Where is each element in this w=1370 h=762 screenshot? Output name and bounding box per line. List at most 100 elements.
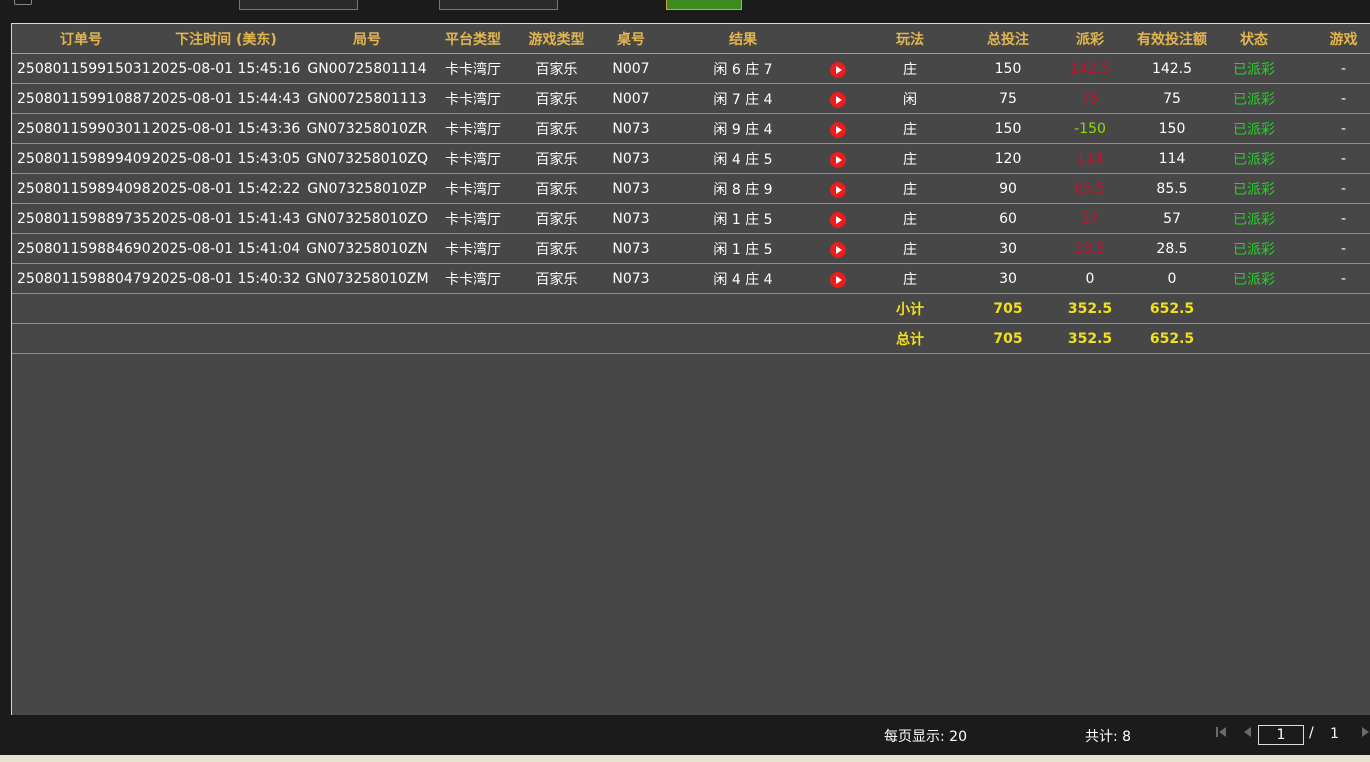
- game-detail-cell: -: [1295, 263, 1370, 294]
- platform-cell: 卡卡湾厅: [432, 173, 514, 204]
- replay-cell: [823, 173, 853, 204]
- game-type-cell: 百家乐: [514, 83, 599, 114]
- bet-time-cell: 2025-08-01 15:43:05: [150, 143, 302, 174]
- total-bet-cell: 60: [967, 203, 1049, 234]
- game-detail-cell: -: [1295, 83, 1370, 114]
- status-cell: 已派彩: [1213, 143, 1295, 174]
- next-page-icon[interactable]: [1362, 727, 1369, 737]
- subtotal-payout: 352.5: [1049, 293, 1131, 324]
- table-header-row: 订单号 下注时间 (美东) 局号 平台类型 游戏类型 桌号 结果 玩法 总投注 …: [12, 24, 1370, 54]
- game-type-cell: 百家乐: [514, 263, 599, 294]
- play-type-cell: 闲: [853, 83, 967, 114]
- table-row: 250801159910887 2025-08-01 15:44:43 GN00…: [12, 83, 1370, 114]
- platform-cell: 卡卡湾厅: [432, 83, 514, 114]
- round-id-cell: GN073258010ZN: [302, 233, 432, 264]
- round-id-cell: GN073258010ZP: [302, 173, 432, 204]
- total-valid: 652.5: [1131, 323, 1213, 354]
- per-page-label: 每页显示: 20: [884, 729, 967, 745]
- bet-time-cell: 2025-08-01 15:43:36: [150, 113, 302, 144]
- play-video-icon[interactable]: [830, 211, 846, 228]
- status-cell: 已派彩: [1213, 173, 1295, 204]
- play-video-icon[interactable]: [830, 121, 846, 138]
- payout-cell: 85.5: [1049, 173, 1131, 204]
- play-video-icon[interactable]: [830, 151, 846, 168]
- result-cell: 闲 4 庄 5: [663, 143, 823, 174]
- total-bet-cell: 30: [967, 233, 1049, 264]
- col-header-platform: 平台类型: [432, 24, 514, 54]
- calendar-icon[interactable]: [14, 0, 32, 5]
- game-type-cell: 百家乐: [514, 113, 599, 144]
- status-cell: 已派彩: [1213, 263, 1295, 294]
- game-type-cell: 百家乐: [514, 233, 599, 264]
- search-button[interactable]: [666, 0, 742, 10]
- col-header-bet-time: 下注时间 (美东): [150, 24, 302, 54]
- result-cell: 闲 1 庄 5: [663, 203, 823, 234]
- table-no-cell: N073: [599, 143, 663, 174]
- valid-bet-cell: 57: [1131, 203, 1213, 234]
- game-type-cell: 百家乐: [514, 143, 599, 174]
- table-row: 250801159884690 2025-08-01 15:41:04 GN07…: [12, 233, 1370, 264]
- table-no-cell: N073: [599, 263, 663, 294]
- col-header-total-bet: 总投注: [967, 24, 1049, 54]
- order-id-cell: 250801159889735: [12, 203, 150, 234]
- end-date-field[interactable]: [439, 0, 558, 10]
- bet-record-panel: 订单号 下注时间 (美东) 局号 平台类型 游戏类型 桌号 结果 玩法 总投注 …: [11, 23, 1370, 716]
- total-bet: 705: [967, 323, 1049, 354]
- table-row: 250801159903011 2025-08-01 15:43:36 GN07…: [12, 113, 1370, 144]
- start-date-field[interactable]: [239, 0, 358, 10]
- subtotal-valid: 652.5: [1131, 293, 1213, 324]
- game-type-cell: 百家乐: [514, 203, 599, 234]
- round-id-cell: GN073258010ZQ: [302, 143, 432, 174]
- order-id-cell: 250801159899409: [12, 143, 150, 174]
- col-header-result: 结果: [663, 24, 823, 54]
- total-pages-label: 1: [1330, 726, 1339, 742]
- game-type-cell: 百家乐: [514, 173, 599, 204]
- play-type-cell: 庄: [853, 173, 967, 204]
- table-row: 250801159899409 2025-08-01 15:43:05 GN07…: [12, 143, 1370, 174]
- total-count-label: 共计: 8: [1085, 729, 1132, 745]
- order-id-cell: 250801159894098: [12, 173, 150, 204]
- order-id-cell: 250801159884690: [12, 233, 150, 264]
- payout-cell: -150: [1049, 113, 1131, 144]
- bet-time-cell: 2025-08-01 15:41:04: [150, 233, 302, 264]
- top-toolbar: [0, 0, 1370, 22]
- total-bet-cell: 120: [967, 143, 1049, 174]
- col-header-game-type: 游戏类型: [514, 24, 599, 54]
- payout-cell: 114: [1049, 143, 1131, 174]
- platform-cell: 卡卡湾厅: [432, 203, 514, 234]
- play-video-icon[interactable]: [830, 241, 846, 258]
- valid-bet-cell: 0: [1131, 263, 1213, 294]
- status-cell: 已派彩: [1213, 113, 1295, 144]
- first-page-icon[interactable]: [1216, 727, 1226, 737]
- round-id-cell: GN073258010ZO: [302, 203, 432, 234]
- replay-cell: [823, 263, 853, 294]
- status-cell: 已派彩: [1213, 83, 1295, 114]
- game-detail-cell: -: [1295, 203, 1370, 234]
- table-row: 250801159880479 2025-08-01 15:40:32 GN07…: [12, 263, 1370, 294]
- play-video-icon[interactable]: [830, 181, 846, 198]
- play-type-cell: 庄: [853, 203, 967, 234]
- replay-cell: [823, 143, 853, 174]
- total-row: 总计 705 352.5 652.5: [12, 323, 1370, 354]
- game-detail-cell: -: [1295, 173, 1370, 204]
- col-header-payout: 派彩: [1049, 24, 1131, 54]
- payout-cell: 142.5: [1049, 53, 1131, 84]
- round-id-cell: GN00725801114: [302, 53, 432, 84]
- total-bet-cell: 150: [967, 113, 1049, 144]
- page-number-input[interactable]: [1258, 725, 1304, 745]
- play-video-icon[interactable]: [830, 61, 846, 78]
- play-video-icon[interactable]: [830, 271, 846, 288]
- bet-time-cell: 2025-08-01 15:40:32: [150, 263, 302, 294]
- platform-cell: 卡卡湾厅: [432, 143, 514, 174]
- result-cell: 闲 4 庄 4: [663, 263, 823, 294]
- play-video-icon[interactable]: [830, 91, 846, 108]
- replay-cell: [823, 113, 853, 144]
- col-header-replay: [823, 24, 853, 54]
- status-cell: 已派彩: [1213, 53, 1295, 84]
- round-id-cell: GN073258010ZM: [302, 263, 432, 294]
- table-row: 250801159889735 2025-08-01 15:41:43 GN07…: [12, 203, 1370, 234]
- replay-cell: [823, 233, 853, 264]
- play-type-cell: 庄: [853, 263, 967, 294]
- play-type-cell: 庄: [853, 143, 967, 174]
- prev-page-icon[interactable]: [1244, 727, 1251, 737]
